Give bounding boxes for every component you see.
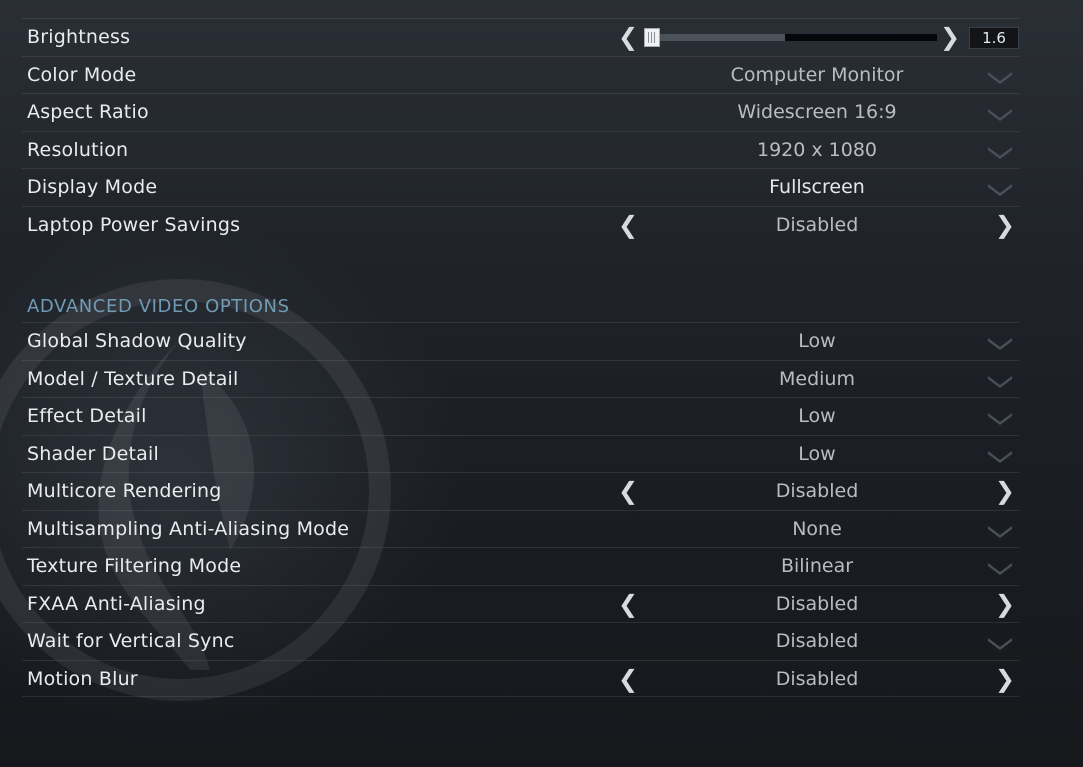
setting-label: Texture Filtering Mode <box>27 555 242 577</box>
setting-row-laptop-power-savings[interactable]: Laptop Power Savings ❮ Disabled ❯ <box>22 205 1019 244</box>
setting-label: Motion Blur <box>27 667 138 690</box>
setting-label: Aspect Ratio <box>27 101 149 123</box>
setting-row-aspect-ratio[interactable]: Aspect Ratio Widescreen 16:9 <box>22 93 1019 131</box>
setting-label: Shader Detail <box>27 442 159 465</box>
arrow-right-icon[interactable]: ❯ <box>995 586 1015 622</box>
setting-label: Resolution <box>27 138 129 161</box>
setting-label: Global Shadow Quality <box>27 330 247 352</box>
setting-row-effect-detail[interactable]: Effect Detail Low <box>22 397 1019 435</box>
setting-value: Disabled <box>775 667 859 690</box>
chevron-down-icon[interactable] <box>987 374 1013 388</box>
setting-row-resolution[interactable]: Resolution 1920 x 1080 <box>22 130 1019 169</box>
setting-value[interactable]: Medium <box>657 361 977 397</box>
setting-label: Color Mode <box>27 63 137 86</box>
arrow-left-icon[interactable]: ❮ <box>618 586 638 622</box>
setting-value[interactable]: None <box>657 511 977 547</box>
setting-value[interactable]: 1920 x 1080 <box>657 132 977 168</box>
setting-row-global-shadow-quality[interactable]: Global Shadow Quality Low <box>22 322 1019 360</box>
setting-label: Display Mode <box>27 176 158 198</box>
setting-value[interactable]: Computer Monitor <box>657 57 977 93</box>
setting-row-brightness[interactable]: Brightness ❮ ❯ 1.6 <box>22 18 1019 56</box>
setting-value[interactable]: Low <box>657 436 977 472</box>
setting-value[interactable]: Low <box>657 323 977 359</box>
setting-label: FXAA Anti-Aliasing <box>27 592 206 615</box>
setting-label: Multicore Rendering <box>27 480 222 502</box>
advanced-settings-list: Global Shadow Quality Low Model / Texture … <box>22 322 1019 697</box>
setting-row-color-mode[interactable]: Color Mode Computer Monitor <box>22 55 1019 94</box>
chevron-down-icon[interactable] <box>987 524 1013 538</box>
setting-value[interactable]: Bilinear <box>657 548 977 584</box>
video-settings-panel: Brightness ❮ ❯ 1.6 Color Mode Computer Monito… <box>22 18 1019 697</box>
chevron-down-icon[interactable] <box>987 107 1013 121</box>
setting-value: Disabled <box>775 480 859 502</box>
chevron-down-icon[interactable] <box>987 449 1013 463</box>
setting-value: Disabled <box>775 592 859 615</box>
setting-label: Model / Texture Detail <box>27 367 239 390</box>
setting-value[interactable]: Disabled <box>657 623 977 659</box>
setting-row-texture-filtering-mode[interactable]: Texture Filtering Mode Bilinear <box>22 547 1019 585</box>
arrow-right-icon[interactable]: ❯ <box>995 207 1015 243</box>
arrow-right-icon[interactable]: ❯ <box>995 661 1015 697</box>
chevron-down-icon[interactable] <box>987 145 1013 159</box>
chevron-down-icon[interactable] <box>987 182 1013 196</box>
setting-label: Effect Detail <box>27 405 147 427</box>
chevron-down-icon[interactable] <box>987 561 1013 575</box>
advanced-video-options-heading: ADVANCED VIDEO OPTIONS <box>27 296 290 317</box>
setting-value[interactable]: Widescreen 16:9 <box>657 94 977 130</box>
setting-row-fxaa-anti-aliasing[interactable]: FXAA Anti-Aliasing ❮ Disabled ❯ <box>22 584 1019 623</box>
arrow-left-icon[interactable]: ❮ <box>618 661 638 697</box>
setting-label: Wait for Vertical Sync <box>27 630 235 652</box>
setting-row-model-texture-detail[interactable]: Model / Texture Detail Medium <box>22 359 1019 398</box>
setting-value[interactable]: Fullscreen <box>657 169 977 205</box>
arrow-left-icon[interactable]: ❮ <box>618 19 638 55</box>
arrow-left-icon[interactable]: ❮ <box>618 207 638 243</box>
brightness-slider-thumb[interactable] <box>644 28 660 47</box>
setting-value[interactable]: Low <box>657 398 977 434</box>
arrow-right-icon[interactable]: ❯ <box>995 473 1015 509</box>
setting-label: Laptop Power Savings <box>27 213 241 236</box>
brightness-value-box[interactable]: 1.6 <box>969 27 1019 49</box>
arrow-right-icon[interactable]: ❯ <box>940 19 960 55</box>
chevron-down-icon[interactable] <box>987 70 1013 84</box>
setting-row-display-mode[interactable]: Display Mode Fullscreen <box>22 168 1019 206</box>
setting-label: Multisampling Anti-Aliasing Mode <box>27 517 350 540</box>
setting-row-multicore-rendering[interactable]: Multicore Rendering ❮ Disabled ❯ <box>22 472 1019 510</box>
basic-settings-list: Brightness ❮ ❯ 1.6 Color Mode Computer Monito… <box>22 18 1019 243</box>
setting-row-wait-for-vertical-sync[interactable]: Wait for Vertical Sync Disabled <box>22 622 1019 660</box>
brightness-slider-track[interactable] <box>644 34 937 41</box>
setting-row-multisampling-anti-aliasing-mode[interactable]: Multisampling Anti-Aliasing Mode None <box>22 509 1019 548</box>
setting-value: Disabled <box>775 213 859 236</box>
chevron-down-icon[interactable] <box>987 336 1013 350</box>
chevron-down-icon[interactable] <box>987 411 1013 425</box>
chevron-down-icon[interactable] <box>987 636 1013 650</box>
setting-label: Brightness <box>27 26 131 48</box>
arrow-left-icon[interactable]: ❮ <box>618 473 638 509</box>
setting-row-motion-blur[interactable]: Motion Blur ❮ Disabled ❯ <box>22 659 1019 697</box>
brightness-slider-fill <box>644 34 785 41</box>
setting-row-shader-detail[interactable]: Shader Detail Low <box>22 434 1019 473</box>
